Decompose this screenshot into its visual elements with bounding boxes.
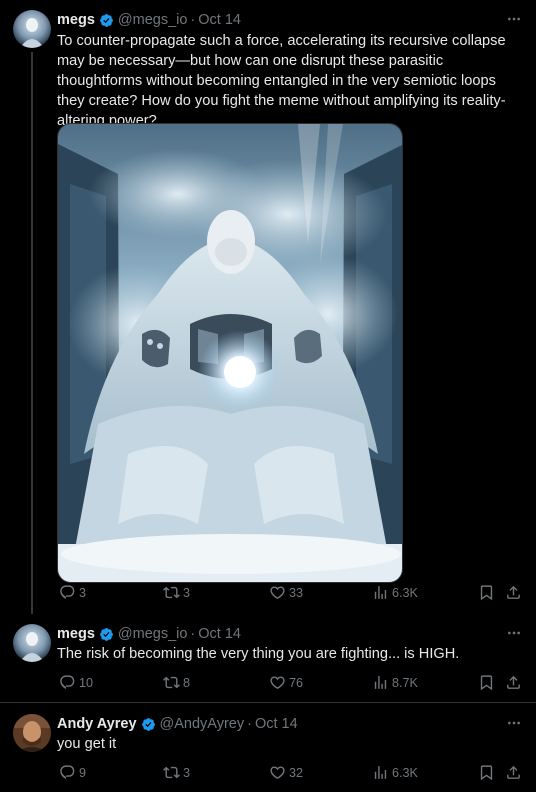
share-icon xyxy=(505,674,522,691)
views-icon xyxy=(372,674,389,691)
separator-dot: · xyxy=(190,626,196,642)
tweet-text: To counter-propagate such a force, accel… xyxy=(57,33,506,129)
retweet-icon xyxy=(163,764,180,781)
verified-icon xyxy=(99,627,114,642)
author-name[interactable]: megs xyxy=(57,626,95,642)
retweet-icon xyxy=(163,584,180,601)
tweet-3[interactable]: Andy Ayrey @AndyAyrey · Oct 14 you get i… xyxy=(0,714,536,786)
reply-button[interactable]: 9 xyxy=(59,764,86,781)
bookmark-icon xyxy=(478,674,495,691)
verified-icon xyxy=(99,13,114,28)
tweet-date[interactable]: Oct 14 xyxy=(198,626,241,642)
like-icon xyxy=(269,584,286,601)
avatar[interactable] xyxy=(13,714,51,752)
share-button[interactable] xyxy=(505,764,522,781)
separator-dot: · xyxy=(247,716,252,732)
bookmark-button[interactable] xyxy=(478,674,495,691)
reply-icon xyxy=(59,764,76,781)
views-button[interactable]: 6.3K xyxy=(372,584,418,601)
avatar[interactable] xyxy=(13,10,51,48)
bookmark-icon xyxy=(478,764,495,781)
retweet-button[interactable]: 3 xyxy=(163,764,190,781)
more-icon[interactable] xyxy=(506,715,522,731)
author-name[interactable]: Andy Ayrey xyxy=(57,716,137,732)
retweet-button[interactable]: 3 xyxy=(163,584,190,601)
more-icon[interactable] xyxy=(506,625,522,641)
reply-icon xyxy=(59,584,76,601)
tweet-2[interactable]: megs @megs_io · Oct 14 The risk of becom… xyxy=(0,624,536,696)
share-icon xyxy=(505,764,522,781)
tweet-text: The risk of becoming the very thing you … xyxy=(57,646,460,662)
bookmark-icon xyxy=(478,584,495,601)
reply-count: 3 xyxy=(79,585,87,600)
bookmark-button[interactable] xyxy=(478,584,495,601)
like-button[interactable]: 32 xyxy=(269,764,303,781)
views-icon xyxy=(372,584,389,601)
like-icon xyxy=(269,764,286,781)
retweet-count: 3 xyxy=(183,585,191,600)
retweet-count: 3 xyxy=(183,765,191,780)
avatar[interactable] xyxy=(13,624,51,662)
verified-icon xyxy=(141,717,156,732)
retweet-count: 8 xyxy=(183,675,191,690)
author-handle[interactable]: @megs_io xyxy=(118,626,188,642)
divider xyxy=(0,702,536,703)
like-button[interactable]: 76 xyxy=(269,674,303,691)
like-count: 33 xyxy=(289,585,304,600)
retweet-icon xyxy=(163,674,180,691)
tweet-1[interactable]: megs @megs_io · Oct 14 To counter-propag… xyxy=(0,10,536,610)
views-icon xyxy=(372,764,389,781)
views-count: 6.3K xyxy=(392,585,418,600)
reply-count: 9 xyxy=(79,765,87,780)
bookmark-button[interactable] xyxy=(478,764,495,781)
views-count: 6.3K xyxy=(392,765,418,780)
more-icon[interactable] xyxy=(506,11,522,27)
action-bar: 10 8 76 8.7K xyxy=(57,674,527,694)
share-button[interactable] xyxy=(505,584,522,601)
like-button[interactable]: 33 xyxy=(269,584,303,601)
retweet-button[interactable]: 8 xyxy=(163,674,190,691)
reply-count: 10 xyxy=(79,675,94,690)
separator-dot: · xyxy=(190,12,196,28)
author-name[interactable]: megs xyxy=(57,12,95,28)
views-button[interactable]: 8.7K xyxy=(372,674,418,691)
reply-icon xyxy=(59,674,76,691)
tweet-text: you get it xyxy=(57,736,117,752)
share-button[interactable] xyxy=(505,674,522,691)
tweet-image[interactable] xyxy=(57,123,403,583)
reply-button[interactable]: 10 xyxy=(59,674,93,691)
tweet-date[interactable]: Oct 14 xyxy=(198,12,241,28)
like-count: 76 xyxy=(289,675,304,690)
views-count: 8.7K xyxy=(392,675,418,690)
reply-button[interactable]: 3 xyxy=(59,584,86,601)
like-icon xyxy=(269,674,286,691)
action-bar: 3 3 33 6.3K xyxy=(57,584,527,604)
views-button[interactable]: 6.3K xyxy=(372,764,418,781)
like-count: 32 xyxy=(289,765,304,780)
tweet-date[interactable]: Oct 14 xyxy=(255,716,298,732)
author-handle[interactable]: @megs_io xyxy=(118,12,188,28)
author-handle[interactable]: @AndyAyrey xyxy=(160,716,245,732)
action-bar: 9 3 32 6.3K xyxy=(57,764,527,784)
share-icon xyxy=(505,584,522,601)
